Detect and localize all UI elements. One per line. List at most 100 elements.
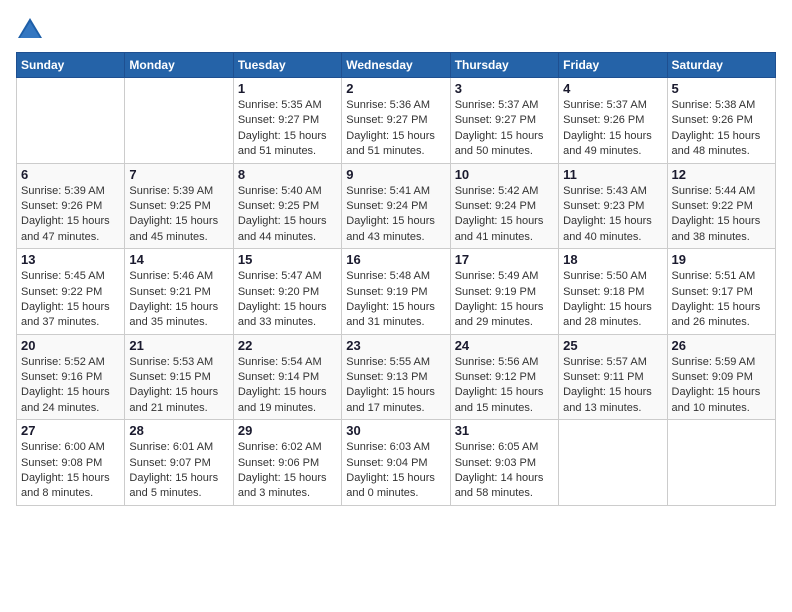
day-info: Sunrise: 5:46 AM Sunset: 9:21 PM Dayligh… — [129, 269, 228, 331]
day-info: Sunrise: 5:54 AM Sunset: 9:14 PM Dayligh… — [238, 355, 337, 417]
calendar-day-cell — [17, 78, 125, 164]
day-info: Sunrise: 5:53 AM Sunset: 9:15 PM Dayligh… — [129, 355, 228, 417]
calendar-week-row: 6 Sunrise: 5:39 AM Sunset: 9:26 PM Daylig… — [17, 163, 776, 249]
day-info: Sunrise: 5:39 AM Sunset: 9:25 PM Dayligh… — [129, 184, 228, 246]
weekday-header: Monday — [125, 53, 233, 78]
calendar-week-row: 1 Sunrise: 5:35 AM Sunset: 9:27 PM Daylig… — [17, 78, 776, 164]
day-number: 31 — [455, 423, 554, 438]
calendar-table: SundayMondayTuesdayWednesdayThursdayFrid… — [16, 52, 776, 506]
calendar-day-cell: 21Sunrise: 5:53 AM Sunset: 9:15 PM Dayli… — [125, 334, 233, 420]
weekday-header: Saturday — [667, 53, 775, 78]
day-info: Sunrise: 5:47 AM Sunset: 9:20 PM Dayligh… — [238, 269, 337, 331]
calendar-day-cell: 12 Sunrise: 5:44 AM Sunset: 9:22 PM Dayli… — [667, 163, 775, 249]
calendar-day-cell: 19 Sunrise: 5:51 AM Sunset: 9:17 PM Dayli… — [667, 249, 775, 335]
weekday-header: Thursday — [450, 53, 558, 78]
weekday-header: Tuesday — [233, 53, 341, 78]
day-number: 3 — [455, 81, 554, 96]
calendar-day-cell: 16Sunrise: 5:48 AM Sunset: 9:19 PM Dayli… — [342, 249, 450, 335]
day-number: 15 — [238, 252, 337, 267]
weekday-header: Wednesday — [342, 53, 450, 78]
day-number: 17 — [455, 252, 554, 267]
calendar-week-row: 27Sunrise: 6:00 AM Sunset: 9:08 PM Dayli… — [17, 420, 776, 506]
day-number: 30 — [346, 423, 445, 438]
day-number: 16 — [346, 252, 445, 267]
calendar-day-cell — [559, 420, 667, 506]
day-info: Sunrise: 5:43 AM Sunset: 9:23 PM Dayligh… — [563, 184, 662, 246]
calendar-day-cell: 20 Sunrise: 5:52 AM Sunset: 9:16 PM Dayli… — [17, 334, 125, 420]
calendar-day-cell: 15 Sunrise: 5:47 AM Sunset: 9:20 PM Dayli… — [233, 249, 341, 335]
day-info: Sunrise: 5:37 AM Sunset: 9:26 PM Dayligh… — [563, 98, 662, 160]
calendar-day-cell: 30 Sunrise: 6:03 AM Sunset: 9:04 PM Dayli… — [342, 420, 450, 506]
day-number: 12 — [672, 167, 771, 182]
day-number: 5 — [672, 81, 771, 96]
calendar-day-cell: 3 Sunrise: 5:37 AM Sunset: 9:27 PM Daylig… — [450, 78, 558, 164]
day-info: Sunrise: 6:01 AM Sunset: 9:07 PM Dayligh… — [129, 440, 228, 502]
calendar-day-cell: 2 Sunrise: 5:36 AM Sunset: 9:27 PM Daylig… — [342, 78, 450, 164]
calendar-day-cell: 23 Sunrise: 5:55 AM Sunset: 9:13 PM Dayli… — [342, 334, 450, 420]
day-info: Sunrise: 6:03 AM Sunset: 9:04 PM Dayligh… — [346, 440, 445, 502]
calendar-day-cell: 9Sunrise: 5:41 AM Sunset: 9:24 PM Daylig… — [342, 163, 450, 249]
day-number: 2 — [346, 81, 445, 96]
day-number: 4 — [563, 81, 662, 96]
day-info: Sunrise: 6:05 AM Sunset: 9:03 PM Dayligh… — [455, 440, 554, 502]
day-info: Sunrise: 5:56 AM Sunset: 9:12 PM Dayligh… — [455, 355, 554, 417]
day-info: Sunrise: 6:00 AM Sunset: 9:08 PM Dayligh… — [21, 440, 120, 502]
calendar-day-cell: 6 Sunrise: 5:39 AM Sunset: 9:26 PM Daylig… — [17, 163, 125, 249]
day-info: Sunrise: 5:59 AM Sunset: 9:09 PM Dayligh… — [672, 355, 771, 417]
calendar-day-cell: 8 Sunrise: 5:40 AM Sunset: 9:25 PM Daylig… — [233, 163, 341, 249]
calendar-day-cell: 11 Sunrise: 5:43 AM Sunset: 9:23 PM Dayli… — [559, 163, 667, 249]
day-number: 6 — [21, 167, 120, 182]
day-info: Sunrise: 5:36 AM Sunset: 9:27 PM Dayligh… — [346, 98, 445, 160]
day-info: Sunrise: 5:51 AM Sunset: 9:17 PM Dayligh… — [672, 269, 771, 331]
calendar-day-cell: 28 Sunrise: 6:01 AM Sunset: 9:07 PM Dayli… — [125, 420, 233, 506]
calendar-day-cell: 25 Sunrise: 5:57 AM Sunset: 9:11 PM Dayli… — [559, 334, 667, 420]
day-number: 14 — [129, 252, 228, 267]
logo-icon — [16, 16, 44, 44]
day-number: 23 — [346, 338, 445, 353]
calendar-day-cell — [125, 78, 233, 164]
day-info: Sunrise: 5:44 AM Sunset: 9:22 PM Dayligh… — [672, 184, 771, 246]
day-info: Sunrise: 5:35 AM Sunset: 9:27 PM Dayligh… — [238, 98, 337, 160]
day-info: Sunrise: 5:57 AM Sunset: 9:11 PM Dayligh… — [563, 355, 662, 417]
calendar-week-row: 13 Sunrise: 5:45 AM Sunset: 9:22 PM Dayli… — [17, 249, 776, 335]
calendar-day-cell: 14 Sunrise: 5:46 AM Sunset: 9:21 PM Dayli… — [125, 249, 233, 335]
day-info: Sunrise: 5:42 AM Sunset: 9:24 PM Dayligh… — [455, 184, 554, 246]
calendar-day-cell: 5Sunrise: 5:38 AM Sunset: 9:26 PM Daylig… — [667, 78, 775, 164]
day-number: 10 — [455, 167, 554, 182]
day-info: Sunrise: 5:45 AM Sunset: 9:22 PM Dayligh… — [21, 269, 120, 331]
calendar-day-cell: 7Sunrise: 5:39 AM Sunset: 9:25 PM Daylig… — [125, 163, 233, 249]
day-number: 20 — [21, 338, 120, 353]
calendar-day-cell: 4 Sunrise: 5:37 AM Sunset: 9:26 PM Daylig… — [559, 78, 667, 164]
day-number: 8 — [238, 167, 337, 182]
day-number: 19 — [672, 252, 771, 267]
day-number: 25 — [563, 338, 662, 353]
calendar-day-cell: 10 Sunrise: 5:42 AM Sunset: 9:24 PM Dayli… — [450, 163, 558, 249]
day-number: 11 — [563, 167, 662, 182]
calendar-day-cell: 13 Sunrise: 5:45 AM Sunset: 9:22 PM Dayli… — [17, 249, 125, 335]
day-number: 22 — [238, 338, 337, 353]
calendar-day-cell: 31 Sunrise: 6:05 AM Sunset: 9:03 PM Dayli… — [450, 420, 558, 506]
calendar-day-cell: 29 Sunrise: 6:02 AM Sunset: 9:06 PM Dayli… — [233, 420, 341, 506]
day-info: Sunrise: 5:39 AM Sunset: 9:26 PM Dayligh… — [21, 184, 120, 246]
day-info: Sunrise: 5:37 AM Sunset: 9:27 PM Dayligh… — [455, 98, 554, 160]
day-info: Sunrise: 6:02 AM Sunset: 9:06 PM Dayligh… — [238, 440, 337, 502]
calendar-day-cell: 17 Sunrise: 5:49 AM Sunset: 9:19 PM Dayli… — [450, 249, 558, 335]
day-number: 1 — [238, 81, 337, 96]
day-number: 26 — [672, 338, 771, 353]
weekday-header: Friday — [559, 53, 667, 78]
weekday-header: Sunday — [17, 53, 125, 78]
calendar-day-cell: 18Sunrise: 5:50 AM Sunset: 9:18 PM Dayli… — [559, 249, 667, 335]
day-info: Sunrise: 5:52 AM Sunset: 9:16 PM Dayligh… — [21, 355, 120, 417]
day-info: Sunrise: 5:55 AM Sunset: 9:13 PM Dayligh… — [346, 355, 445, 417]
day-number: 29 — [238, 423, 337, 438]
day-number: 28 — [129, 423, 228, 438]
calendar-body: 1 Sunrise: 5:35 AM Sunset: 9:27 PM Daylig… — [17, 78, 776, 506]
day-number: 18 — [563, 252, 662, 267]
calendar-day-cell: 27Sunrise: 6:00 AM Sunset: 9:08 PM Dayli… — [17, 420, 125, 506]
weekday-header-row: SundayMondayTuesdayWednesdayThursdayFrid… — [17, 53, 776, 78]
day-number: 13 — [21, 252, 120, 267]
calendar-day-cell: 1 Sunrise: 5:35 AM Sunset: 9:27 PM Daylig… — [233, 78, 341, 164]
day-info: Sunrise: 5:49 AM Sunset: 9:19 PM Dayligh… — [455, 269, 554, 331]
calendar-day-cell: 22 Sunrise: 5:54 AM Sunset: 9:14 PM Dayli… — [233, 334, 341, 420]
day-info: Sunrise: 5:40 AM Sunset: 9:25 PM Dayligh… — [238, 184, 337, 246]
